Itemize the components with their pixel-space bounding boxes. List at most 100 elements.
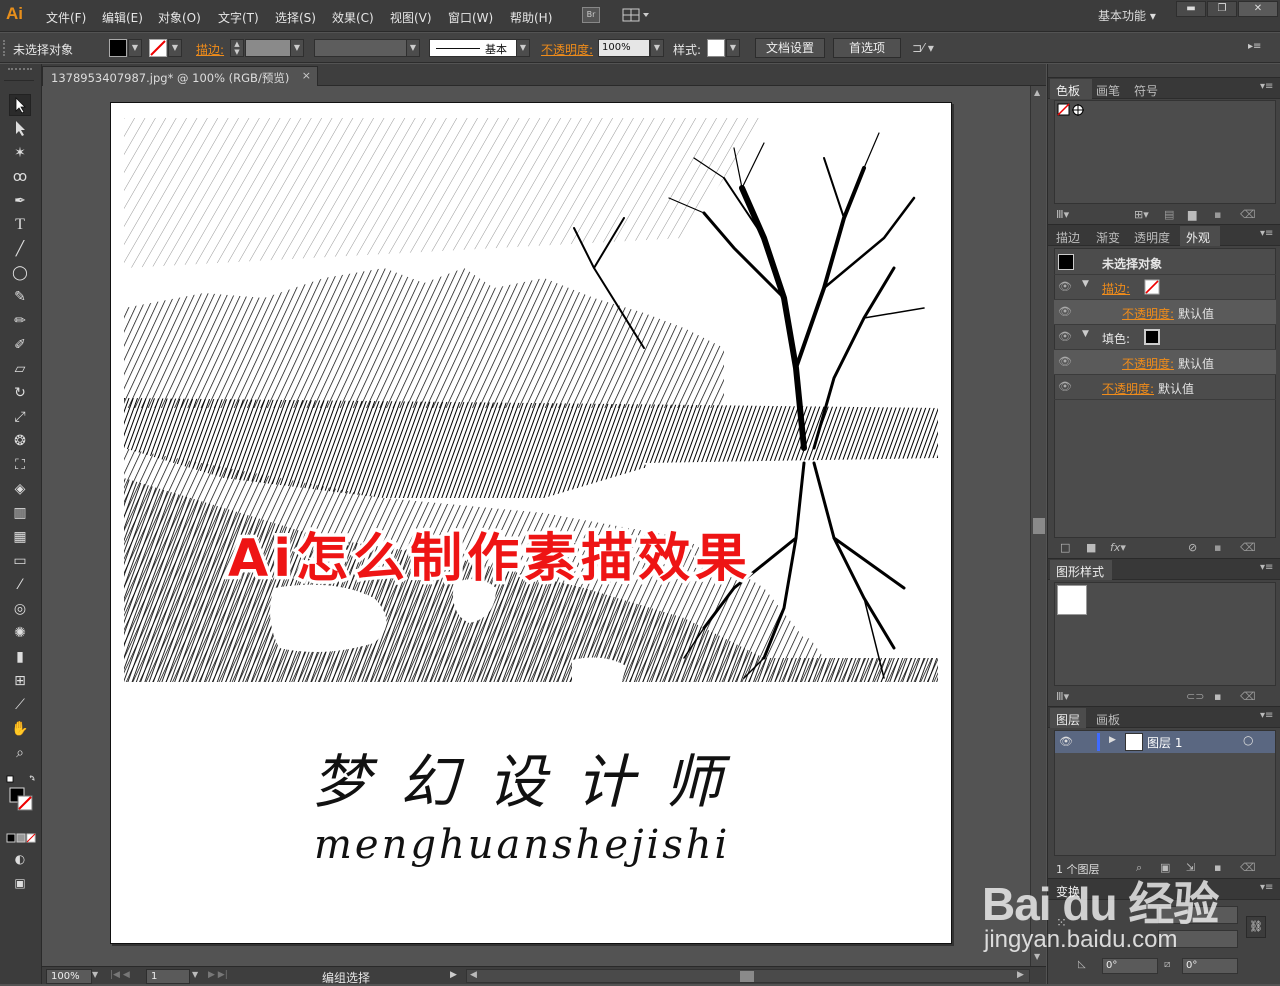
appearance-stroke-row[interactable]: 👁 ▼ 描边: [1054,275,1276,300]
zoom-field[interactable]: 100% [46,969,92,984]
break-link-icon[interactable]: ⊂⊃ [1186,690,1204,703]
direct-selection-tool-icon[interactable] [9,118,31,140]
blob-brush-tool-icon[interactable]: ✐ [9,334,31,356]
arrange-documents-icon[interactable] [622,7,650,23]
first-page-icon[interactable]: |◀ ◀ [110,970,130,980]
line-segment-tool-icon[interactable]: ╱ [9,238,31,260]
menu-view[interactable]: 视图(V) [390,9,432,26]
eye-icon[interactable]: 👁 [1058,330,1072,343]
slice-tool-icon[interactable]: ⟋ [9,694,31,716]
stroke-weight-input[interactable] [245,39,291,57]
chevron-down-icon[interactable]: ▼ [516,39,530,57]
menu-type[interactable]: 文字(T) [218,9,259,26]
artboard-tool-icon[interactable]: ⊞ [9,670,31,692]
fx-icon[interactable]: fx▾ [1110,541,1126,554]
shear-angle-field[interactable]: 0° [1182,958,1238,974]
scroll-thumb[interactable] [740,971,754,982]
tab-layers[interactable]: 图层 [1056,711,1080,728]
tab-appearance[interactable]: 外观 [1186,229,1210,246]
free-transform-tool-icon[interactable]: ⛶ [9,454,31,476]
menu-file[interactable]: 文件(F) [46,9,86,26]
horizontal-scrollbar[interactable]: ◀ ▶ [466,969,1030,983]
swatches-grid[interactable] [1054,100,1276,204]
tab-stroke[interactable]: 描边 [1056,229,1080,246]
target-circle-icon[interactable]: ○ [1243,733,1253,747]
appearance-fill-opacity-row[interactable]: 👁 不透明度: 默认值 [1054,350,1276,375]
menu-object[interactable]: 对象(O) [158,9,201,26]
column-graph-tool-icon[interactable]: ▮ [9,646,31,668]
chevron-down-icon[interactable]: ▼ [168,39,182,57]
trash-icon[interactable]: ⌫ [1240,208,1256,221]
lasso-tool-icon[interactable]: ꝏ [9,166,31,188]
opacity-input[interactable]: 100% [598,39,650,57]
disclosure-right-icon[interactable]: ▶ [1109,735,1116,745]
swatch-libraries-icon[interactable]: Ⅲ▾ [1056,208,1069,221]
tab-transparency[interactable]: 透明度 [1134,229,1170,246]
chevron-down-icon[interactable]: ▼ [192,970,198,979]
opacity-label[interactable]: 不透明度: [541,41,593,58]
mesh-tool-icon[interactable]: ▦ [9,526,31,548]
panel-menu-icon[interactable]: ▾≡ [1260,81,1273,92]
panel-menu-icon[interactable]: ▸≡ [1248,41,1266,55]
gradient-tool-icon[interactable]: ▭ [9,550,31,572]
menu-effect[interactable]: 效果(C) [332,9,374,26]
tab-brushes[interactable]: 画笔 [1096,82,1120,99]
stroke-swatch[interactable] [149,39,167,57]
selection-tool-icon[interactable] [9,94,31,116]
fill-stroke-widget[interactable] [6,774,36,818]
appearance-opacity-row[interactable]: 👁 不透明度: 默认值 [1054,375,1276,400]
close-button[interactable]: ✕ [1238,1,1278,17]
hand-tool-icon[interactable]: ✋ [9,718,31,740]
panel-menu-icon[interactable]: ▾≡ [1260,882,1273,893]
warp-tool-icon[interactable]: ❂ [9,430,31,452]
vertical-scrollbar[interactable]: ▲ ▼ [1030,86,1046,966]
layer-row[interactable]: 👁 ▶ 图层 1 ○ [1055,731,1275,753]
stroke-weight-stepper[interactable]: ▲ ▼ [230,39,244,57]
brush-definition-dropdown[interactable]: 基本 [429,39,517,57]
scroll-thumb[interactable] [1033,518,1045,534]
constrain-proportions-icon[interactable]: ⛓ [1246,916,1266,938]
panel-menu-icon[interactable]: ▾≡ [1260,228,1273,239]
pen-tool-icon[interactable]: ✒ [9,190,31,212]
stroke-none-swatch[interactable] [1144,279,1160,295]
appearance-stroke-opacity-row[interactable]: 👁 不透明度: 默认值 [1054,300,1276,325]
graphic-styles-grid[interactable] [1054,582,1276,686]
preferences-button[interactable]: 首选项 [833,38,901,58]
eye-icon[interactable]: 👁 [1058,380,1072,393]
panel-menu-icon[interactable]: ▾≡ [1260,562,1273,573]
restore-button[interactable]: ❐ [1207,1,1237,17]
minimize-button[interactable]: ▬ [1176,1,1206,17]
duplicate-item-icon[interactable]: ▪ [1214,541,1221,554]
opacity-attr-label[interactable]: 不透明度: [1122,355,1174,372]
stroke-label[interactable]: 描边: [196,41,224,58]
scroll-right-icon[interactable]: ▶ [1017,970,1024,980]
menu-edit[interactable]: 编辑(E) [102,9,143,26]
color-mode-icons[interactable] [6,832,36,843]
chevron-down-icon[interactable]: ▼ [726,39,740,57]
rotate-tool-icon[interactable]: ↻ [9,382,31,404]
stroke-attr-label[interactable]: 描边: [1102,280,1130,297]
menu-window[interactable]: 窗口(W) [448,9,493,26]
zoom-tool-icon[interactable]: ⌕ [9,742,31,764]
opacity-attr-label[interactable]: 不透明度: [1102,380,1154,397]
add-stroke-icon[interactable]: □ [1060,541,1070,554]
menu-select[interactable]: 选择(S) [275,9,316,26]
symbol-sprayer-tool-icon[interactable]: ✺ [9,622,31,644]
fill-black-swatch[interactable] [1144,329,1160,345]
type-tool-icon[interactable]: T [9,214,31,236]
status-menu-icon[interactable]: ▶ [450,970,457,980]
magic-wand-tool-icon[interactable]: ✶ [9,142,31,164]
blend-tool-icon[interactable]: ◎ [9,598,31,620]
menu-help[interactable]: 帮助(H) [510,9,552,26]
graphic-style-swatch[interactable] [707,39,725,57]
trash-icon[interactable]: ⌫ [1240,690,1256,703]
sketch-image[interactable] [124,118,938,682]
default-style-swatch[interactable] [1057,585,1087,615]
clear-appearance-icon[interactable]: ⊘ [1188,541,1197,554]
scale-tool-icon[interactable]: ⤢ [9,406,31,428]
chevron-down-icon[interactable]: ▼ [128,39,142,57]
layer-name[interactable]: 图层 1 [1147,734,1182,751]
align-options-icon[interactable]: ⊐⁄ ▾ [912,41,946,57]
draw-mode-icon[interactable]: ◐ [9,848,31,870]
perspective-grid-tool-icon[interactable]: ▥ [9,502,31,524]
